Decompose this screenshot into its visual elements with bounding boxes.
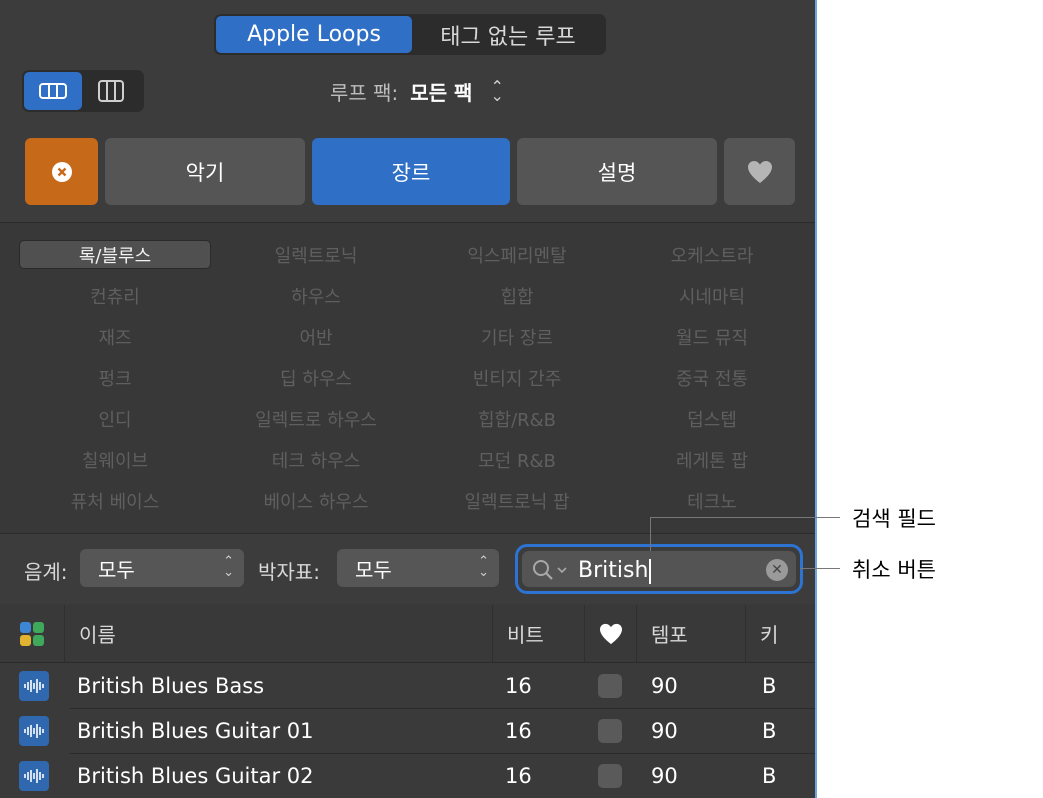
genre-keyword[interactable]: 익스페리멘탈: [421, 240, 613, 269]
column-header-tempo[interactable]: 템포: [636, 605, 745, 662]
callout-line-cancel-button: [800, 568, 840, 569]
genre-keyword[interactable]: 모던 R&B: [421, 445, 613, 474]
search-icon: [533, 560, 567, 580]
browser-header: Apple Loops 태그 없는 루프 루프 팩: 모든 팩 ⌃ ⌄ 악기 장…: [0, 0, 815, 222]
search-filter-row: 음계: 모두 ⌃ ⌄ 박자표: 모두 ⌃ ⌄ British ✕: [0, 534, 815, 604]
loop-beats: 16: [505, 719, 532, 743]
favorite-checkbox[interactable]: [598, 754, 622, 798]
callout-line-search-field: [650, 517, 840, 518]
genre-keyword[interactable]: 펑크: [19, 363, 211, 392]
genre-keyword[interactable]: 인디: [19, 404, 211, 433]
genre-keyword[interactable]: 레게톤 팝: [616, 445, 808, 474]
genre-keyword[interactable]: 기타 장르: [421, 322, 613, 351]
genre-keyword[interactable]: 퓨처 베이스: [19, 486, 211, 515]
tab-instrument[interactable]: 악기: [105, 138, 305, 205]
column-view-button[interactable]: [82, 72, 140, 110]
genre-keyword[interactable]: 시네마틱: [616, 281, 808, 310]
genre-keyword[interactable]: 중국 전통: [616, 363, 808, 392]
genre-keyword[interactable]: 하우스: [220, 281, 412, 310]
loop-name: British Blues Guitar 01: [77, 719, 314, 743]
column-header-key[interactable]: 키: [745, 605, 815, 662]
genre-keyword[interactable]: 컨츄리: [19, 281, 211, 310]
heart-icon: [747, 160, 772, 183]
up-down-chevron-icon: ⌃ ⌄: [490, 77, 504, 105]
view-mode-segmented-control: [22, 70, 144, 112]
column-header-name[interactable]: 이름: [64, 605, 492, 662]
audio-loop-icon: [19, 754, 49, 798]
genre-keyword[interactable]: 딥 하우스: [220, 363, 412, 392]
loop-type-segmented-control: Apple Loops 태그 없는 루프: [214, 14, 606, 55]
close-icon: ✕: [771, 562, 783, 578]
audio-loop-icon: [19, 709, 49, 753]
column-header-favorite[interactable]: [584, 605, 636, 662]
scale-label: 음계:: [24, 560, 68, 584]
loop-beats: 16: [505, 764, 532, 788]
loop-browser-panel: Apple Loops 태그 없는 루프 루프 팩: 모든 팩 ⌃ ⌄ 악기 장…: [0, 0, 817, 798]
callout-cancel-button: 취소 버튼: [852, 558, 936, 582]
genre-keyword[interactable]: 일렉트로닉 팝: [421, 486, 613, 515]
favorite-checkbox[interactable]: [598, 664, 622, 708]
button-view-icon: [39, 83, 67, 99]
button-view-button[interactable]: [24, 72, 82, 110]
results-table-header: 이름 비트 템포 키: [0, 605, 815, 663]
genre-keyword[interactable]: 힙합: [421, 281, 613, 310]
tab-genre[interactable]: 장르: [312, 138, 510, 205]
loop-pack-value: 모든 팩: [410, 80, 473, 105]
favorite-checkbox[interactable]: [598, 709, 622, 753]
loop-tempo: 90: [651, 764, 678, 788]
scale-value: 모두: [98, 557, 135, 582]
column-header-beats[interactable]: 비트: [492, 605, 584, 662]
time-signature-popup[interactable]: 모두 ⌃ ⌄: [337, 549, 499, 587]
loop-key: B: [762, 674, 777, 698]
time-signature-label: 박자표:: [258, 560, 320, 584]
callout-line-search-field: [650, 517, 651, 551]
table-row[interactable]: British Blues Guitar 02 16 90 B: [0, 754, 815, 798]
loop-pack-label: 루프 팩:: [330, 80, 399, 105]
genre-keyword[interactable]: 오케스트라: [616, 240, 808, 269]
tab-apple-loops[interactable]: Apple Loops: [216, 16, 412, 53]
reset-filters-button[interactable]: [25, 138, 98, 205]
genre-keyword[interactable]: 록/블루스: [19, 240, 211, 269]
clear-circle-icon: [51, 161, 72, 182]
table-row[interactable]: British Blues Guitar 01 16 90 B: [0, 709, 815, 753]
genre-keyword[interactable]: 월드 뮤직: [616, 322, 808, 351]
genre-keyword[interactable]: 테크 하우스: [220, 445, 412, 474]
genre-keyword[interactable]: 칠웨이브: [19, 445, 211, 474]
callout-search-field: 검색 필드: [852, 507, 936, 531]
genre-keyword[interactable]: 덥스텝: [616, 404, 808, 433]
loop-name: British Blues Bass: [77, 674, 265, 698]
tab-untagged-loops[interactable]: 태그 없는 루프: [412, 16, 604, 53]
genre-keyword[interactable]: 어반: [220, 322, 412, 351]
search-input[interactable]: British: [578, 558, 652, 584]
audio-loop-icon: [19, 664, 49, 708]
loop-key: B: [762, 719, 777, 743]
genre-keyword[interactable]: 일렉트로닉: [220, 240, 412, 269]
table-row[interactable]: British Blues Bass 16 90 B: [0, 664, 815, 708]
scale-popup[interactable]: 모두 ⌃ ⌄: [80, 549, 244, 587]
genre-keyword-grid: 록/블루스 일렉트로닉 익스페리멘탈 오케스트라 컨츄리 하우스 힙합 시네마틱…: [0, 223, 815, 533]
search-field-focus-ring: British ✕: [515, 544, 803, 594]
genre-keyword[interactable]: 재즈: [19, 322, 211, 351]
column-view-icon: [98, 80, 124, 102]
loop-tempo: 90: [651, 674, 678, 698]
loop-name: British Blues Guitar 02: [77, 764, 314, 788]
up-down-chevron-icon: ⌃ ⌄: [223, 554, 234, 580]
loop-pack-selector[interactable]: 루프 팩: 모든 팩 ⌃ ⌄: [330, 76, 504, 106]
up-down-chevron-icon: ⌃ ⌄: [478, 554, 489, 580]
favorites-filter-button[interactable]: [724, 138, 795, 205]
heart-icon: [600, 623, 622, 644]
genre-keyword[interactable]: 빈티지 간주: [421, 363, 613, 392]
time-signature-value: 모두: [355, 557, 392, 582]
loop-tempo: 90: [651, 719, 678, 743]
loop-beats: 16: [505, 674, 532, 698]
genre-keyword[interactable]: 일렉트로 하우스: [220, 404, 412, 433]
genre-keyword[interactable]: 베이스 하우스: [220, 486, 412, 515]
cancel-search-button[interactable]: ✕: [766, 559, 788, 581]
color-category-icon[interactable]: [20, 622, 44, 650]
genre-keyword[interactable]: 테크노: [616, 486, 808, 515]
tab-descriptor[interactable]: 설명: [517, 138, 717, 205]
loop-key: B: [762, 764, 777, 788]
genre-keyword[interactable]: 힙합/R&B: [421, 404, 613, 433]
search-field[interactable]: British ✕: [522, 551, 796, 587]
